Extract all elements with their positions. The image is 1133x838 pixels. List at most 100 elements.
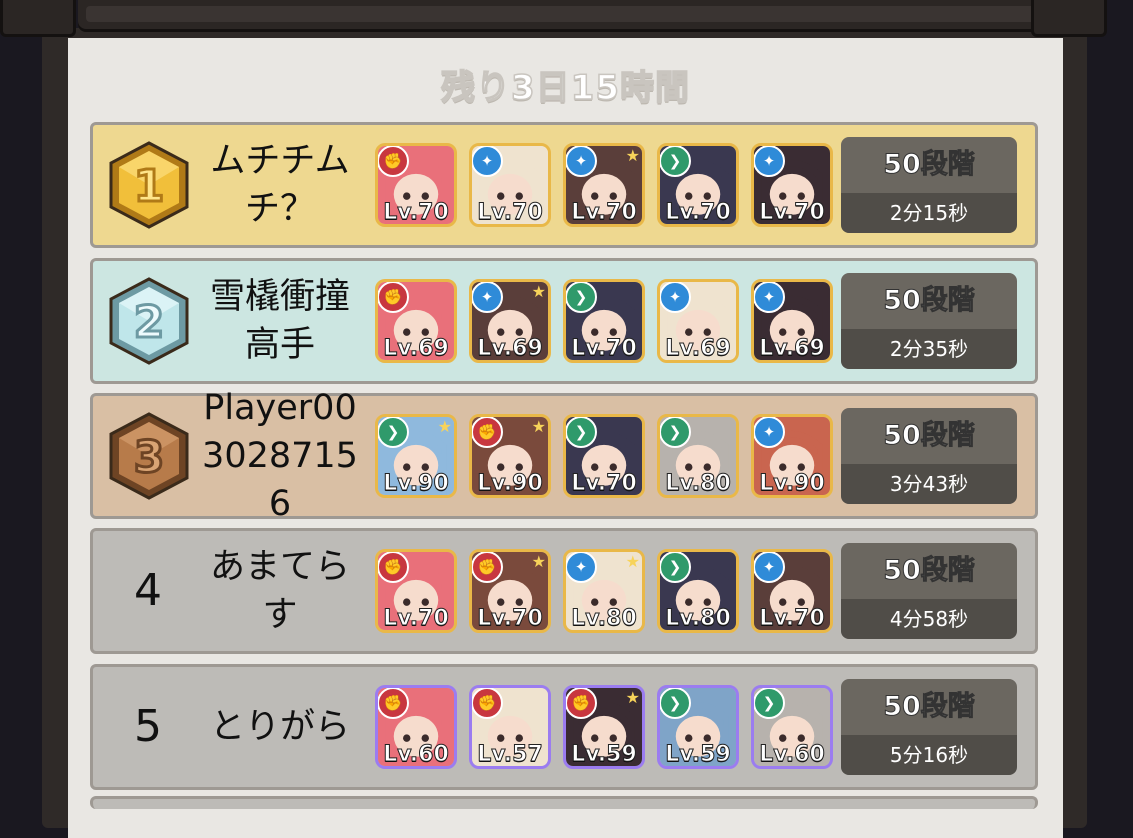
character-level: Lv.70 [665,200,732,225]
stage-count: 50段階 [883,555,976,587]
star-icon: ★ [625,146,640,165]
character-portrait[interactable]: ❯ Lv.70 [657,143,739,227]
character-level: Lv.80 [571,606,638,631]
panel-corner-left [0,0,76,37]
character-portrait[interactable]: ❯ ★ Lv.90 [375,414,457,498]
character-level: Lv.90 [759,471,826,496]
character-level: Lv.70 [383,200,450,225]
score-box: 50段階 5分16秒 [841,679,1017,775]
character-portrait[interactable]: ✊ ★ Lv.59 [563,685,645,769]
remaining-time: 残り3日15時間 [440,67,690,109]
character-portrait[interactable]: ✊ Lv.69 [375,279,457,363]
character-portrait[interactable]: ❯ Lv.59 [657,685,739,769]
ice-element-icon: ✦ [754,146,785,177]
character-portrait[interactable]: ✦ Lv.69 [751,279,833,363]
ranking-row[interactable]: 5 とりがら ✊ Lv.60 ✊ Lv.57 ✊ ★ Lv.59 ❯ Lv.59… [90,664,1038,790]
fire-element-icon: ✊ [378,146,409,177]
character-portrait[interactable]: ✦ ★ Lv.70 [563,143,645,227]
character-level: Lv.70 [477,200,544,225]
character-portrait[interactable]: ❯ Lv.70 [563,279,645,363]
character-portrait[interactable]: ✊ ★ Lv.90 [469,414,551,498]
ice-element-icon: ✦ [754,417,785,448]
fire-element-icon: ✊ [378,688,409,719]
party-lineup: ✊ Lv.69 ✦ ★ Lv.69 ❯ Lv.70 ✦ Lv.69 ✦ Lv.6… [375,279,835,365]
score-box: 50段階 3分43秒 [841,408,1017,504]
character-level: Lv.69 [383,336,450,361]
party-lineup: ✊ Lv.60 ✊ Lv.57 ✊ ★ Lv.59 ❯ Lv.59 ❯ Lv.6… [375,685,835,771]
stage-count: 50段階 [883,285,976,317]
star-icon: ★ [625,552,640,571]
character-level: Lv.70 [759,200,826,225]
ranking-row[interactable]: 4 あまてらす ✊ Lv.70 ✊ ★ Lv.70 ✦ ★ Lv.80 ❯ Lv… [90,528,1038,654]
fire-element-icon: ✊ [378,282,409,313]
character-level: Lv.59 [665,742,732,767]
player-name[interactable]: ムチチムチ？ [197,125,363,245]
character-portrait[interactable]: ❯ Lv.80 [657,549,739,633]
star-icon: ★ [625,688,640,707]
party-lineup: ✊ Lv.70 ✊ ★ Lv.70 ✦ ★ Lv.80 ❯ Lv.80 ✦ Lv… [375,549,835,635]
ice-element-icon: ✦ [754,282,785,313]
rank-number: 5 [134,701,162,752]
svg-text:2: 2 [134,297,165,348]
rank-medal-icon: 2 [103,275,195,367]
clear-time: 2分15秒 [841,193,1017,233]
character-portrait[interactable]: ✊ Lv.70 [375,143,457,227]
player-name[interactable]: 雪橇衝撞高手 [197,261,363,381]
character-portrait[interactable]: ✊ Lv.70 [375,549,457,633]
fire-element-icon: ✊ [566,688,597,719]
wind-element-icon: ❯ [660,552,691,583]
fire-element-icon: ✊ [472,552,503,583]
clear-time: 2分35秒 [841,329,1017,369]
ice-element-icon: ✦ [472,146,503,177]
character-portrait[interactable]: ❯ Lv.80 [657,414,739,498]
wind-element-icon: ❯ [660,146,691,177]
character-portrait[interactable]: ✦ ★ Lv.69 [469,279,551,363]
character-portrait[interactable]: ✦ Lv.70 [469,143,551,227]
ice-element-icon: ✦ [566,552,597,583]
character-level: Lv.70 [477,606,544,631]
character-level: Lv.60 [759,742,826,767]
player-name[interactable]: Player003028715 6 [197,388,363,524]
character-portrait[interactable]: ✦ Lv.69 [657,279,739,363]
svg-text:1: 1 [134,161,165,212]
character-level: Lv.59 [571,742,638,767]
wind-element-icon: ❯ [378,417,409,448]
panel-corner-right [1031,0,1107,37]
fire-element-icon: ✊ [472,688,503,719]
star-icon: ★ [531,417,546,436]
stage-count: 50段階 [883,149,976,181]
svg-text:3: 3 [134,432,165,483]
score-box: 50段階 2分15秒 [841,137,1017,233]
panel-top-bar [78,0,1048,32]
character-portrait[interactable]: ✊ ★ Lv.70 [469,549,551,633]
ice-element-icon: ✦ [660,282,691,313]
character-portrait[interactable]: ✦ ★ Lv.80 [563,549,645,633]
ice-element-icon: ✦ [566,146,597,177]
character-portrait[interactable]: ✦ Lv.70 [751,549,833,633]
rank-number: 4 [134,565,162,616]
character-portrait[interactable]: ❯ Lv.60 [751,685,833,769]
character-level: Lv.60 [383,742,450,767]
character-portrait[interactable]: ✦ Lv.90 [751,414,833,498]
score-box: 50段階 4分58秒 [841,543,1017,639]
ranking-row[interactable]: 2 雪橇衝撞高手 ✊ Lv.69 ✦ ★ Lv.69 ❯ Lv.70 ✦ Lv.… [90,258,1038,384]
stage-count: 50段階 [883,691,976,723]
character-portrait[interactable]: ❯ Lv.70 [563,414,645,498]
ranking-row[interactable] [90,796,1038,809]
star-icon: ★ [531,282,546,301]
rank-medal-icon: 3 [103,410,195,502]
character-portrait[interactable]: ✦ Lv.70 [751,143,833,227]
fire-element-icon: ✊ [472,417,503,448]
clear-time: 5分16秒 [841,735,1017,775]
character-portrait[interactable]: ✊ Lv.57 [469,685,551,769]
ranking-row[interactable]: 3 Player003028715 6 ❯ ★ Lv.90 ✊ ★ Lv.90 [90,388,1038,524]
player-name[interactable]: あまてらす [197,531,363,651]
wind-element-icon: ❯ [754,688,785,719]
player-name[interactable]: とりがら [197,667,363,787]
wind-element-icon: ❯ [566,282,597,313]
character-level: Lv.70 [571,471,638,496]
character-level: Lv.69 [665,336,732,361]
character-portrait[interactable]: ✊ Lv.60 [375,685,457,769]
character-level: Lv.90 [477,471,544,496]
ranking-row[interactable]: 1 ムチチムチ？ ✊ Lv.70 ✦ Lv.70 ✦ ★ Lv.70 ❯ Lv.… [90,122,1038,248]
